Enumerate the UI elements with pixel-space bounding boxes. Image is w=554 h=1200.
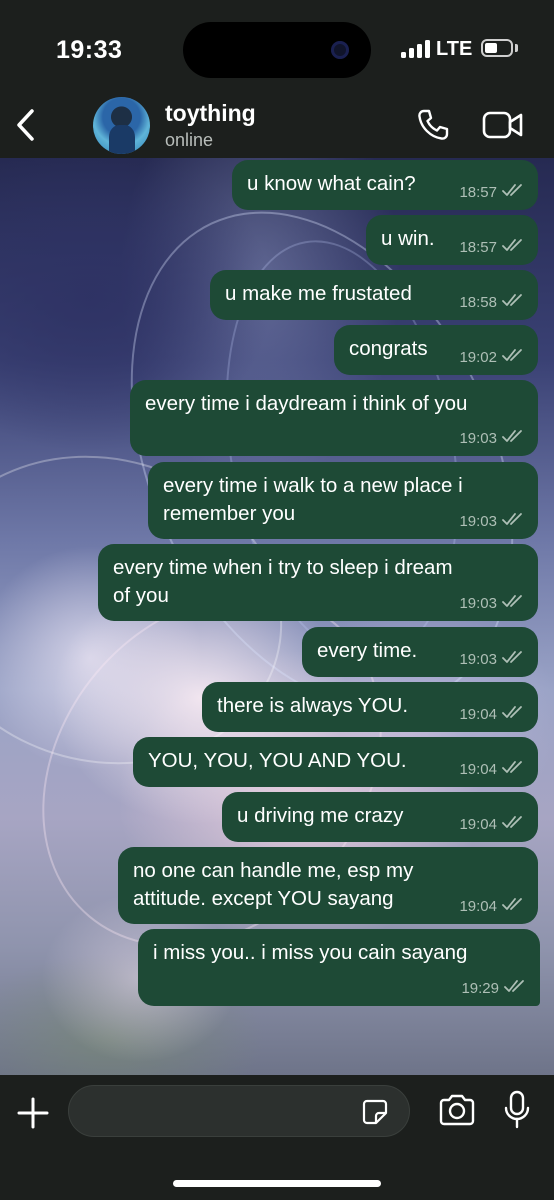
contact-status: online — [165, 130, 214, 150]
contact-avatar[interactable] — [93, 97, 150, 154]
message-bubble[interactable]: every time i walk to a new place i remem… — [148, 462, 538, 539]
message-text: every time i walk to a new place i remem… — [163, 474, 463, 525]
network-type: LTE — [436, 38, 473, 60]
message-bubble[interactable]: every time i daydream i think of you 19:0… — [130, 380, 538, 456]
message-text: every time i daydream i think of you — [145, 392, 468, 415]
message-meta: 19:04 — [459, 705, 524, 724]
status-time: 19:33 — [56, 36, 123, 64]
message-meta: 19:29 — [461, 979, 526, 998]
home-indicator[interactable] — [173, 1180, 381, 1187]
read-receipt-icon — [502, 650, 524, 669]
chat-area[interactable]: u know what cain? 18:57 u win. 18:57 u make … — [0, 158, 554, 1075]
sticker-icon[interactable] — [361, 1098, 389, 1126]
message-time: 19:03 — [459, 429, 497, 447]
read-receipt-icon — [502, 429, 524, 448]
message-text: congrats — [349, 337, 428, 360]
message-meta: 19:03 — [459, 594, 524, 613]
message-meta: 19:04 — [459, 760, 524, 779]
message-text: every time. — [317, 639, 418, 662]
plus-icon[interactable] — [16, 1096, 50, 1130]
read-receipt-icon — [502, 897, 524, 916]
message-time: 19:04 — [459, 760, 497, 778]
message-text: u win. — [381, 227, 435, 250]
message-meta: 19:03 — [459, 429, 524, 448]
message-time: 19:04 — [459, 705, 497, 723]
message-bubble[interactable]: every time when i try to sleep i dream o… — [98, 544, 538, 621]
dynamic-island — [183, 22, 371, 78]
message-text: u make me frustated — [225, 282, 412, 305]
camera-sensor-icon — [331, 41, 349, 59]
read-receipt-icon — [502, 815, 524, 834]
message-bubble[interactable]: i miss you.. i miss you cain sayang 19:29 — [138, 929, 540, 1006]
read-receipt-icon — [502, 293, 524, 312]
message-meta: 18:57 — [459, 183, 524, 202]
message-meta: 18:57 — [459, 238, 524, 257]
message-time: 19:03 — [459, 650, 497, 668]
camera-icon[interactable] — [438, 1093, 476, 1127]
message-time: 19:29 — [461, 979, 499, 997]
message-bubble[interactable]: YOU, YOU, YOU AND YOU. 19:04 — [133, 737, 538, 787]
message-meta: 19:04 — [459, 815, 524, 834]
message-bubble[interactable]: there is always YOU. 19:04 — [202, 682, 538, 732]
battery-icon — [481, 39, 513, 57]
message-time: 19:03 — [459, 512, 497, 530]
message-meta: 19:03 — [459, 512, 524, 531]
read-receipt-icon — [502, 348, 524, 367]
message-bubble[interactable]: u make me frustated 18:58 — [210, 270, 538, 320]
message-text: YOU, YOU, YOU AND YOU. — [148, 749, 407, 772]
battery-tip — [515, 44, 518, 52]
read-receipt-icon — [502, 512, 524, 531]
message-input[interactable] — [68, 1085, 410, 1137]
message-bubble[interactable]: u know what cain? 18:57 — [232, 160, 538, 210]
message-bubble[interactable]: no one can handle me, esp my attitude. e… — [118, 847, 538, 924]
message-bubble[interactable]: u win. 18:57 — [366, 215, 538, 265]
message-meta: 19:03 — [459, 650, 524, 669]
video-camera-icon[interactable] — [482, 110, 524, 140]
message-text: u driving me crazy — [237, 804, 404, 827]
read-receipt-icon — [502, 594, 524, 613]
message-time: 19:02 — [459, 348, 497, 366]
message-text: there is always YOU. — [217, 694, 409, 717]
message-time: 18:58 — [459, 293, 497, 311]
message-bubble[interactable]: u driving me crazy 19:04 — [222, 792, 538, 842]
read-receipt-icon — [502, 238, 524, 257]
message-text: every time when i try to sleep i dream o… — [113, 556, 453, 607]
message-text: u know what cain? — [247, 172, 416, 195]
chevron-left-icon[interactable] — [12, 106, 42, 144]
message-time: 19:04 — [459, 897, 497, 915]
message-text: no one can handle me, esp my attitude. e… — [133, 859, 414, 910]
read-receipt-icon — [502, 760, 524, 779]
contact-name[interactable]: toything — [165, 100, 256, 127]
phone-icon[interactable] — [416, 108, 450, 142]
message-time: 18:57 — [459, 238, 497, 256]
microphone-icon[interactable] — [504, 1090, 530, 1130]
read-receipt-icon — [502, 183, 524, 202]
read-receipt-icon — [504, 979, 526, 998]
message-meta: 19:02 — [459, 348, 524, 367]
message-text: i miss you.. i miss you cain sayang — [153, 941, 468, 964]
message-time: 19:04 — [459, 815, 497, 833]
message-meta: 18:58 — [459, 293, 524, 312]
message-bubble[interactable]: every time. 19:03 — [302, 627, 538, 677]
signal-strength-icon — [401, 40, 431, 58]
message-time: 19:03 — [459, 594, 497, 612]
message-time: 18:57 — [459, 183, 497, 201]
message-meta: 19:04 — [459, 897, 524, 916]
message-bubble[interactable]: congrats 19:02 — [334, 325, 538, 375]
read-receipt-icon — [502, 705, 524, 724]
